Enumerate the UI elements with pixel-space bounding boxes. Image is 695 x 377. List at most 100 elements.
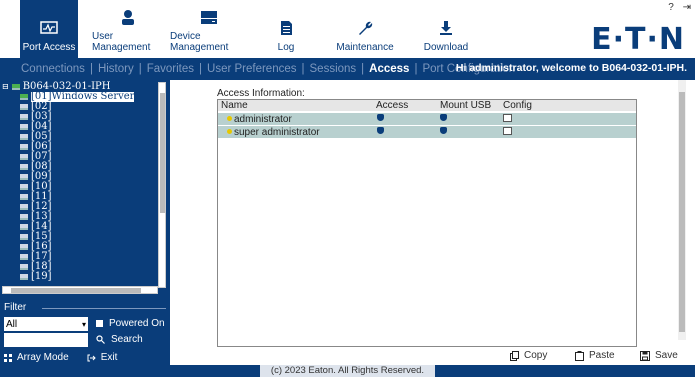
- tree-port-item[interactable]: [19]: [2, 272, 158, 282]
- row-name: administrator: [234, 114, 292, 125]
- main-content: Access Information: Name Access Mount US…: [170, 80, 695, 365]
- save-label: Save: [655, 350, 678, 361]
- computer-icon: [20, 94, 28, 100]
- tree-port-item[interactable]: [11]: [2, 192, 158, 202]
- computer-icon: [20, 114, 28, 120]
- save-button[interactable]: Save: [640, 350, 678, 361]
- port-tree: ⊟ B064-032-01-IPH [01]Windows Server [02…: [2, 82, 158, 282]
- checkbox-icon[interactable]: [96, 320, 103, 327]
- nav-user-management-label: User Management: [92, 31, 151, 53]
- scroll-thumb[interactable]: [679, 92, 685, 332]
- tree-vertical-scrollbar[interactable]: [158, 82, 166, 288]
- array-mode-label: Array Mode: [17, 352, 69, 363]
- search-button[interactable]: Search: [96, 334, 143, 345]
- subnav-connections[interactable]: Connections: [18, 63, 88, 75]
- paste-icon: [575, 350, 584, 361]
- nav-maintenance-label: Maintenance: [336, 42, 394, 53]
- computer-icon: [20, 104, 28, 110]
- sidebar-bottom-buttons: Array Mode Exit: [4, 352, 117, 363]
- computer-icon: [20, 194, 28, 200]
- collapse-icon[interactable]: ⊟: [2, 82, 9, 92]
- subnav-history[interactable]: History: [95, 63, 137, 75]
- shield-check-icon[interactable]: [440, 114, 447, 121]
- subnav-access[interactable]: Access: [366, 63, 412, 75]
- tree-port-item[interactable]: [17]: [2, 252, 158, 262]
- action-bar: Copy Paste Save: [170, 350, 695, 365]
- filter-divider: [42, 308, 166, 309]
- document-icon: [280, 21, 292, 35]
- exit-button[interactable]: Exit: [87, 352, 118, 363]
- tree-port-item[interactable]: [07]: [2, 152, 158, 162]
- tree-port-item[interactable]: [09]: [2, 172, 158, 182]
- tree-port-item[interactable]: [08]: [2, 162, 158, 172]
- shield-check-icon[interactable]: [440, 127, 447, 134]
- powered-on-checkbox[interactable]: Powered On: [96, 318, 165, 329]
- table-row[interactable]: administrator: [218, 113, 636, 125]
- tree-port-item[interactable]: [03]: [2, 112, 158, 122]
- tree-port-item[interactable]: [10]: [2, 182, 158, 192]
- shield-check-icon[interactable]: [377, 127, 384, 134]
- tree-port-item[interactable]: [16]: [2, 242, 158, 252]
- logout-icon[interactable]: ⇥: [683, 2, 691, 13]
- column-header-mount-usb[interactable]: Mount USB: [440, 100, 491, 111]
- paste-label: Paste: [589, 350, 615, 361]
- nav-download[interactable]: Download: [424, 0, 468, 58]
- subnav-favorites[interactable]: Favorites: [144, 63, 197, 75]
- table-row[interactable]: super administrator: [218, 126, 636, 138]
- column-header-config[interactable]: Config: [503, 100, 532, 111]
- config-checkbox-icon[interactable]: [503, 114, 512, 122]
- tree-port-item[interactable]: [04]: [2, 122, 158, 132]
- eaton-logo: E·T·N: [591, 22, 685, 57]
- nav-port-access[interactable]: Port Access: [20, 0, 78, 58]
- copy-button[interactable]: Copy: [510, 350, 547, 361]
- computer-icon: [20, 134, 28, 140]
- tree-port-item[interactable]: [15]: [2, 232, 158, 242]
- access-information-label: Access Information:: [217, 88, 305, 99]
- computer-icon: [20, 124, 28, 130]
- subnav-user-preferences[interactable]: User Preferences: [204, 63, 299, 75]
- user-key-icon: [227, 129, 232, 134]
- scroll-thumb[interactable]: [160, 93, 165, 213]
- array-mode-button[interactable]: Array Mode: [4, 352, 69, 363]
- user-icon: [122, 10, 134, 25]
- top-navigation-bar: Port Access User Management Device Manag…: [0, 0, 695, 58]
- copy-label: Copy: [524, 350, 548, 361]
- exit-label: Exit: [100, 352, 118, 363]
- tree-port-item[interactable]: [05]: [2, 132, 158, 142]
- subnav-separator: |: [89, 63, 93, 75]
- shield-check-icon[interactable]: [377, 114, 384, 121]
- tree-port-item[interactable]: [13]: [2, 212, 158, 222]
- config-checkbox-icon[interactable]: [503, 127, 512, 135]
- subnav-sessions[interactable]: Sessions: [307, 63, 360, 75]
- column-header-access[interactable]: Access: [376, 100, 408, 111]
- top-right-icons: ? ⇥: [668, 2, 691, 13]
- tree-port-item[interactable]: [06]: [2, 142, 158, 152]
- nav-log-label: Log: [277, 42, 295, 53]
- grid-icon: [4, 353, 12, 362]
- tree-port-item[interactable]: [01]Windows Server: [2, 92, 158, 102]
- search-label: Search: [111, 334, 143, 345]
- tree-port-item[interactable]: [02]: [2, 102, 158, 112]
- filter-label: Filter: [4, 302, 27, 313]
- scroll-thumb[interactable]: [11, 288, 141, 293]
- tree-horizontal-scrollbar[interactable]: [2, 286, 158, 294]
- tree-port-item[interactable]: [12]: [2, 202, 158, 212]
- tree-port-item[interactable]: [18]: [2, 262, 158, 272]
- search-input[interactable]: [4, 333, 88, 347]
- filter-select[interactable]: All ▾: [4, 317, 88, 331]
- copy-icon: [510, 350, 519, 361]
- computer-icon: [20, 274, 28, 280]
- column-header-name[interactable]: Name: [221, 100, 248, 111]
- wrench-icon: [359, 21, 373, 35]
- tree-port-item[interactable]: [14]: [2, 222, 158, 232]
- computer-icon: [20, 154, 28, 160]
- nav-device-management[interactable]: Device Management: [170, 0, 248, 58]
- paste-button[interactable]: Paste: [575, 350, 615, 361]
- help-icon[interactable]: ?: [668, 2, 674, 13]
- nav-maintenance[interactable]: Maintenance: [336, 0, 394, 58]
- computer-icon: [20, 214, 28, 220]
- nav-log[interactable]: Log: [272, 0, 300, 58]
- table-header: Name Access Mount USB Config: [218, 100, 636, 111]
- nav-user-management[interactable]: User Management: [92, 0, 164, 58]
- main-vertical-scrollbar[interactable]: [678, 80, 686, 340]
